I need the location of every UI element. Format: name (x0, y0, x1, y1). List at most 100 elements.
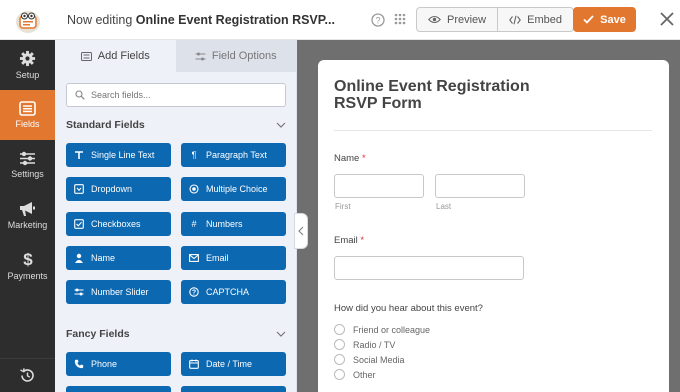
standard-fields-title: Standard Fields (66, 119, 145, 131)
save-label: Save (600, 13, 626, 26)
email-input[interactable] (334, 256, 524, 280)
field-button-dropdown[interactable]: Dropdown (66, 177, 171, 201)
radio-label: Social Media (353, 355, 405, 365)
required-mark: * (361, 153, 366, 164)
field-button-label: Phone (91, 359, 118, 369)
first-name-input[interactable] (334, 174, 424, 198)
field-button-label: Date / Time (206, 359, 253, 369)
list-icon (80, 51, 92, 61)
field-button-label: Name (91, 253, 116, 263)
sliders-small-icon (195, 52, 206, 60)
required-mark: * (360, 235, 365, 246)
sidebar-label-setup: Setup (15, 70, 40, 80)
radio-other[interactable] (334, 369, 345, 380)
field-button-partial[interactable] (66, 386, 171, 392)
field-button-numbers[interactable]: # Numbers (181, 212, 286, 236)
paragraph-icon: ¶ (191, 150, 197, 160)
question-label: How did you hear about this event? (334, 303, 483, 314)
field-button-label: Checkboxes (91, 219, 141, 229)
first-sublabel: First (335, 202, 351, 211)
envelope-icon (189, 253, 199, 263)
field-button-single-line-text[interactable]: Single Line Text (66, 143, 171, 167)
checkbox-icon (74, 219, 84, 229)
tab-add-fields[interactable]: Add Fields (55, 40, 176, 72)
tab-field-options-label: Field Options (211, 50, 277, 62)
field-button-name[interactable]: Name (66, 246, 171, 270)
slider-icon (74, 287, 84, 297)
hash-icon: # (191, 219, 197, 229)
field-button-label: Email (206, 253, 229, 263)
title-form-name: Online Event Registration RSVP... (135, 12, 335, 27)
search-input[interactable] (91, 90, 271, 100)
svg-text:?: ? (375, 15, 380, 25)
revisions-button[interactable] (0, 358, 55, 392)
radio-icon (189, 184, 199, 194)
field-button-label: Numbers (206, 219, 243, 229)
last-name-input[interactable] (435, 174, 525, 198)
panel-tabs: Add Fields Field Options (55, 40, 296, 72)
grid-dots-icon[interactable] (393, 12, 407, 26)
tab-add-fields-label: Add Fields (97, 50, 150, 62)
close-icon[interactable] (657, 9, 677, 29)
chevron-down-icon (276, 331, 286, 337)
search-icon (75, 90, 85, 100)
standard-fields-header[interactable]: Standard Fields (66, 119, 286, 131)
field-button-checkboxes[interactable]: Checkboxes (66, 212, 171, 236)
wpforms-logo (0, 0, 55, 40)
phone-icon (74, 359, 84, 369)
embed-button[interactable]: Embed (497, 8, 573, 31)
preview-label: Preview (447, 13, 487, 26)
field-button-label: Paragraph Text (206, 150, 267, 160)
field-button-captcha[interactable]: ? CAPTCHA (181, 280, 286, 304)
fancy-fields-header[interactable]: Fancy Fields (66, 328, 286, 340)
gear-icon (19, 50, 36, 67)
last-sublabel: Last (436, 202, 452, 211)
top-bar: Now editing Online Event Registration RS… (0, 0, 680, 40)
radio-friend-or-colleague[interactable] (334, 324, 345, 335)
name-label-text: Name (334, 153, 360, 164)
dollar-icon: $ (23, 250, 33, 268)
field-button-label: Multiple Choice (206, 184, 268, 194)
field-button-label: Number Slider (91, 287, 149, 297)
sidebar-item-fields[interactable]: Fields (0, 90, 55, 140)
sidebar-label-settings: Settings (11, 169, 44, 179)
radio-social-media[interactable] (334, 354, 345, 365)
page-title: Now editing Online Event Registration RS… (67, 13, 335, 27)
field-button-label: Single Line Text (91, 150, 155, 160)
preview-button[interactable]: Preview (417, 8, 497, 31)
left-sidebar: Setup Fields Settings Marketing $ Paymen… (0, 40, 55, 392)
history-icon (20, 368, 34, 382)
sidebar-item-setup[interactable]: Setup (0, 40, 55, 90)
user-icon (74, 253, 84, 263)
dropdown-icon (74, 184, 84, 194)
svg-text:?: ? (192, 290, 196, 297)
radio-radio-tv[interactable] (334, 339, 345, 350)
form-title: Online Event Registration RSVP Form (334, 78, 584, 112)
field-button-label: Dropdown (91, 184, 133, 194)
text-icon (74, 150, 84, 160)
embed-label: Embed (527, 13, 562, 26)
sidebar-item-settings[interactable]: Settings (0, 140, 55, 190)
form-title-line-2: RSVP Form (334, 95, 422, 112)
calendar-icon (189, 359, 199, 369)
field-button-multiple-choice[interactable]: Multiple Choice (181, 177, 286, 201)
tab-field-options[interactable]: Field Options (175, 40, 296, 72)
chevron-left-icon (298, 226, 304, 236)
field-button-partial[interactable] (181, 386, 286, 392)
code-icon (509, 15, 522, 24)
save-button[interactable]: Save (573, 7, 636, 32)
sidebar-item-marketing[interactable]: Marketing (0, 190, 55, 240)
help-icon[interactable]: ? (370, 12, 386, 28)
title-prefix: Now editing (67, 12, 136, 27)
field-button-number-slider[interactable]: Number Slider (66, 280, 171, 304)
email-field-label: Email * (334, 235, 364, 246)
email-label-text: Email (334, 235, 358, 246)
sidebar-item-payments[interactable]: $ Payments (0, 240, 55, 290)
field-search-box[interactable] (66, 83, 286, 107)
sidebar-label-payments: Payments (7, 270, 48, 281)
field-button-email[interactable]: Email (181, 246, 286, 270)
field-button-phone[interactable]: Phone (66, 352, 171, 376)
field-button-date-time[interactable]: Date / Time (181, 352, 286, 376)
field-button-paragraph-text[interactable]: ¶ Paragraph Text (181, 143, 286, 167)
collapse-panel-toggle[interactable] (294, 213, 308, 249)
